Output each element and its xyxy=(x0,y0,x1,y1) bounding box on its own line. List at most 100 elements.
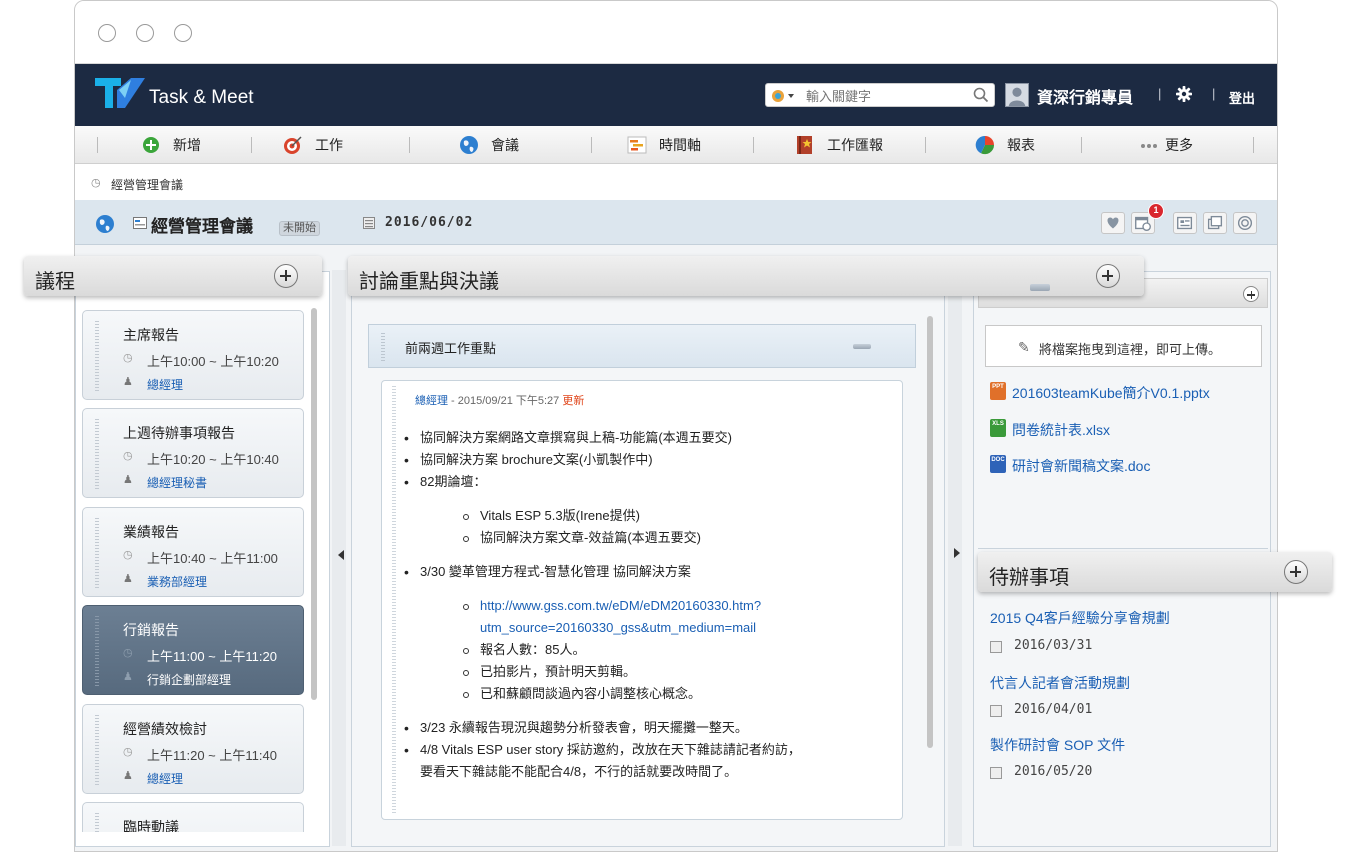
search-box xyxy=(765,83,995,107)
menu-divider xyxy=(753,137,754,153)
drag-handle[interactable] xyxy=(95,419,99,491)
person-icon: ♟ xyxy=(123,573,133,585)
note-update-link[interactable]: 更新 xyxy=(562,395,584,407)
agenda-item[interactable]: 業績報告 ◷ 上午10:40 ~ 上午11:00 ♟ 業務部經理 xyxy=(82,507,304,597)
agenda-item-owner[interactable]: 業務部經理 xyxy=(147,573,207,590)
discussion-scrollbar[interactable] xyxy=(927,316,933,748)
pptx-file-icon: PPT xyxy=(990,382,1006,400)
agenda-item[interactable]: 臨時動議 xyxy=(82,802,304,832)
menu-item-label: 會議 xyxy=(491,137,519,153)
menu-item-add[interactable]: 新增 xyxy=(141,126,201,164)
clock-icon: ◷ xyxy=(123,352,133,364)
drag-handle[interactable] xyxy=(95,616,99,688)
agenda-item-active[interactable]: 行銷報告 ◷ 上午11:00 ~ 上午11:20 ♟ 行銷企劃部經理 xyxy=(82,605,304,695)
file-drop-zone[interactable]: ✎ 將檔案拖曳到這裡，即可上傳。 xyxy=(985,325,1262,367)
todo-item-title[interactable]: 製作研討會 SOP 文件 xyxy=(990,735,1125,755)
note-bullet: 3/30 變革管理方程式-智慧化管理 協同解決方案 xyxy=(402,561,898,583)
close-window-button[interactable] xyxy=(98,24,116,42)
note-sub-bullet: 已和蘇顧問談過內容小調整核心概念。 xyxy=(402,683,898,705)
minimize-window-button[interactable] xyxy=(136,24,154,42)
menu-item-work-report[interactable]: 工作匯報 xyxy=(795,126,883,164)
file-item[interactable]: PPT 201603teamKube簡介V0.1.pptx xyxy=(990,378,1260,404)
menu-item-more[interactable]: 更多 xyxy=(1139,126,1193,164)
add-file-button[interactable] xyxy=(1243,286,1259,302)
agenda-scrollbar[interactable] xyxy=(311,308,317,700)
collapse-discussion-button[interactable] xyxy=(1030,284,1050,291)
menu-divider xyxy=(97,137,98,153)
note-author[interactable]: 總經理 xyxy=(415,395,448,407)
add-icon xyxy=(143,137,159,153)
file-item[interactable]: DOC 研討會新聞稿文案.doc xyxy=(990,451,1260,477)
agenda-item-owner[interactable]: 總經理 xyxy=(147,770,183,787)
search-icon[interactable] xyxy=(972,86,990,104)
person-icon: ♟ xyxy=(123,376,133,388)
menu-item-tasks[interactable]: 工作 xyxy=(283,126,343,164)
username[interactable]: 資深行銷專員 xyxy=(1037,84,1133,108)
user-avatar-icon[interactable] xyxy=(1005,83,1029,107)
drag-handle[interactable] xyxy=(95,813,99,832)
status-badge: 未開始 xyxy=(279,221,320,236)
note-bullet: 82期論壇： xyxy=(402,471,898,493)
agenda-item[interactable]: 主席報告 ◷ 上午10:00 ~ 上午10:20 ♟ 總經理 xyxy=(82,310,304,400)
logout-link[interactable]: 登出 xyxy=(1229,88,1255,107)
menu-divider xyxy=(251,137,252,153)
right-collapse-bar[interactable] xyxy=(948,270,962,846)
person-icon: ♟ xyxy=(123,671,133,683)
more-dots-icon xyxy=(1141,144,1157,148)
file-name[interactable]: 研討會新聞稿文案.doc xyxy=(1012,456,1150,476)
file-item[interactable]: XLS 問卷統計表.xlsx xyxy=(990,415,1260,441)
top-bar: Task & Meet 資深行銷專員 | xyxy=(75,64,1277,126)
document-icon xyxy=(1177,216,1193,230)
gear-icon[interactable] xyxy=(1175,85,1193,103)
note-bullet: 協同解決方案網路文章撰寫與上稿-功能篇(本週五要交) xyxy=(402,427,898,449)
menu-item-timeline[interactable]: 時間軸 xyxy=(627,126,701,164)
note-link[interactable]: http://www.gss.com.tw/eDM/eDM20160330.ht… xyxy=(402,595,898,617)
note-bullet: 4/8 Vitals ESP user story 採訪邀約，改放在天下雜誌請記… xyxy=(402,739,898,761)
breadcrumb: ◷ 經營管理會議 xyxy=(75,164,1277,200)
main-menu: 新增 工作 會議 時間軸 工作匯報 報表 更多 xyxy=(75,126,1277,164)
window-titlebar xyxy=(75,1,1277,64)
agenda-item-time: 上午11:00 ~ 上午11:20 xyxy=(147,649,277,664)
menu-item-reports[interactable]: 報表 xyxy=(975,126,1035,164)
maximize-window-button[interactable] xyxy=(174,24,192,42)
agenda-item-owner[interactable]: 總經理 xyxy=(147,376,183,393)
add-todo-button[interactable] xyxy=(1284,560,1308,584)
agenda-item-time: 上午10:00 ~ 上午10:20 xyxy=(147,354,279,369)
add-discussion-button[interactable] xyxy=(1096,264,1120,288)
favorite-button[interactable] xyxy=(1101,212,1125,234)
agenda-item-owner[interactable]: 行銷企劃部經理 xyxy=(147,671,231,688)
agenda-item[interactable]: 上週待辦事項報告 ◷ 上午10:20 ~ 上午10:40 ♟ 總經理秘書 xyxy=(82,408,304,498)
add-agenda-button[interactable] xyxy=(274,264,298,288)
agenda-item-title: 上週待辦事項報告 xyxy=(123,425,235,441)
drag-handle[interactable] xyxy=(95,321,99,393)
link-button[interactable] xyxy=(1233,212,1257,234)
menu-item-label: 新增 xyxy=(173,137,201,153)
breadcrumb-item[interactable]: 經營管理會議 xyxy=(111,176,183,193)
agenda-item[interactable]: 經營績效檢討 ◷ 上午11:20 ~ 上午11:40 ♟ 總經理 xyxy=(82,704,304,794)
drag-handle[interactable] xyxy=(381,333,385,361)
collapse-section-button[interactable] xyxy=(853,344,871,349)
agenda-list: 主席報告 ◷ 上午10:00 ~ 上午10:20 ♟ 總經理 上週待辦事項報告 … xyxy=(82,308,306,832)
search-scope-dropdown[interactable] xyxy=(770,88,804,104)
todo-item-title[interactable]: 代言人記者會活動規劃 xyxy=(990,673,1130,693)
copy-button[interactable] xyxy=(1203,212,1227,234)
file-name[interactable]: 201603teamKube簡介V0.1.pptx xyxy=(1012,383,1210,403)
note-link[interactable]: utm_source=20160330_gss&utm_medium=mail xyxy=(402,617,898,639)
teamkube-logo-icon[interactable] xyxy=(95,76,147,110)
chevron-right-icon[interactable] xyxy=(954,548,960,558)
agenda-item-owner[interactable]: 總經理秘書 xyxy=(147,474,207,491)
drag-handle[interactable] xyxy=(95,715,99,787)
search-input[interactable] xyxy=(806,86,956,106)
drag-handle[interactable] xyxy=(392,386,396,814)
file-name[interactable]: 問卷統計表.xlsx xyxy=(1012,420,1110,440)
menu-item-meetings[interactable]: 會議 xyxy=(459,126,519,164)
drag-handle[interactable] xyxy=(95,518,99,590)
spiral-link-icon xyxy=(1237,215,1253,231)
agenda-item-title: 臨時動議 xyxy=(123,819,179,832)
minutes-button[interactable] xyxy=(1173,212,1197,234)
chevron-left-icon[interactable] xyxy=(338,550,344,560)
todo-item-title[interactable]: 2015 Q4客戶經驗分享會規劃 xyxy=(990,608,1170,628)
todo-item-date: 2016/05/20 xyxy=(1014,764,1093,779)
todo-item-date: 2016/03/31 xyxy=(1014,638,1093,653)
person-icon: ♟ xyxy=(123,770,133,782)
